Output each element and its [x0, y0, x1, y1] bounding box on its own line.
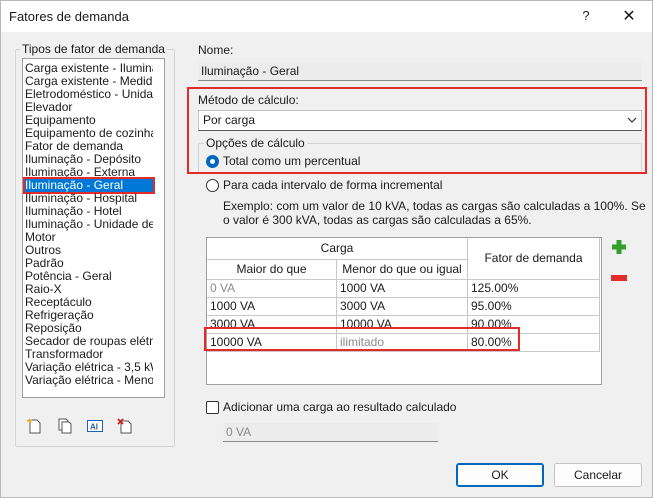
list-item[interactable]: Raio-X: [25, 283, 153, 296]
add-row-icon[interactable]: [611, 239, 627, 255]
list-item[interactable]: Padrão: [25, 257, 153, 270]
list-item[interactable]: Outros: [25, 244, 153, 257]
demand-table[interactable]: Carga Maior do que Menor do que ou igual…: [206, 237, 602, 385]
list-item[interactable]: Refrigeração: [25, 309, 153, 322]
close-button[interactable]: ✕: [619, 7, 639, 27]
new-icon[interactable]: [26, 417, 44, 435]
types-listbox[interactable]: Carga existente - IluminaçãoCarga existe…: [22, 58, 165, 398]
list-item[interactable]: Iluminação - Unidade de int: [25, 218, 153, 231]
help-button[interactable]: ?: [577, 7, 595, 25]
list-item[interactable]: Equipamento: [25, 114, 153, 127]
list-item[interactable]: Carga existente - Iluminação: [25, 62, 153, 75]
method-highlight: [187, 87, 647, 174]
cell-greater-than[interactable]: 0 VA: [207, 280, 337, 298]
rename-icon[interactable]: AI: [86, 417, 104, 435]
list-item[interactable]: Fator de demanda: [25, 140, 153, 153]
list-item[interactable]: Variação elétrica - 3,5 kW a: [25, 361, 153, 374]
header-less-equal: Menor do que ou igual: [337, 260, 468, 280]
header-demand-factor: Fator de demanda: [468, 238, 600, 280]
cell-demand-factor[interactable]: 125.00%: [468, 280, 600, 298]
list-item[interactable]: Carga existente - Medida pelo: [25, 75, 153, 88]
ok-button[interactable]: OK: [456, 463, 544, 487]
list-item[interactable]: Equipamento de cozinha -: [25, 127, 153, 140]
types-group-title: Tipos de fator de demanda: [20, 42, 167, 56]
name-field[interactable]: Iluminação - Geral: [198, 62, 642, 81]
name-label: Nome:: [198, 43, 234, 57]
delete-icon[interactable]: [116, 417, 134, 435]
list-item[interactable]: Receptáculo: [25, 296, 153, 309]
list-item[interactable]: Eletrodoméstico - Unidade: [25, 88, 153, 101]
add-load-checkbox[interactable]: [206, 401, 219, 414]
remove-row-icon[interactable]: [611, 275, 627, 281]
example-text-line1: Exemplo: com um valor de 10 kVA, todas a…: [223, 199, 646, 213]
list-item[interactable]: Iluminação - Hospital: [25, 192, 153, 205]
list-item[interactable]: Elevador: [25, 101, 153, 114]
cell-less-equal[interactable]: 3000 VA: [337, 298, 468, 316]
incremental-radio[interactable]: [206, 179, 219, 192]
cell-demand-factor[interactable]: 95.00%: [468, 298, 600, 316]
list-item[interactable]: Iluminação - Depósito: [25, 153, 153, 166]
example-text-line2: o valor é 300 kVA, todas as cargas são c…: [223, 213, 532, 227]
list-item[interactable]: Transformador: [25, 348, 153, 361]
window-title: Fatores de demanda: [9, 9, 129, 24]
dialog-window: Fatores de demanda ? ✕ Tipos de fator de…: [0, 0, 653, 498]
row-highlight: [204, 327, 520, 351]
list-item[interactable]: Iluminação - Hotel: [25, 205, 153, 218]
title-bar: Fatores de demanda ? ✕: [1, 1, 652, 32]
list-item[interactable]: Variação elétrica - Menor q: [25, 374, 153, 387]
list-item[interactable]: Secador de roupas elétrico: [25, 335, 153, 348]
add-load-field[interactable]: 0 VA: [223, 423, 438, 442]
duplicate-icon[interactable]: [56, 417, 74, 435]
add-load-label: Adicionar uma carga ao resultado calcula…: [223, 400, 457, 414]
cancel-button[interactable]: Cancelar: [554, 463, 642, 487]
list-item[interactable]: Potência - Geral: [25, 270, 153, 283]
incremental-label: Para cada intervalo de forma incremental: [223, 178, 443, 192]
list-item[interactable]: Reposição: [25, 322, 153, 335]
cell-greater-than[interactable]: 1000 VA: [207, 298, 337, 316]
list-item[interactable]: Iluminação - Externa: [25, 166, 153, 179]
svg-text:AI: AI: [90, 423, 98, 432]
header-load-group: Carga: [207, 238, 468, 260]
list-item[interactable]: Iluminação - Geral: [23, 177, 155, 194]
cell-less-equal[interactable]: 1000 VA: [337, 280, 468, 298]
list-item[interactable]: Motor: [25, 231, 153, 244]
header-greater-than: Maior do que: [207, 260, 337, 280]
